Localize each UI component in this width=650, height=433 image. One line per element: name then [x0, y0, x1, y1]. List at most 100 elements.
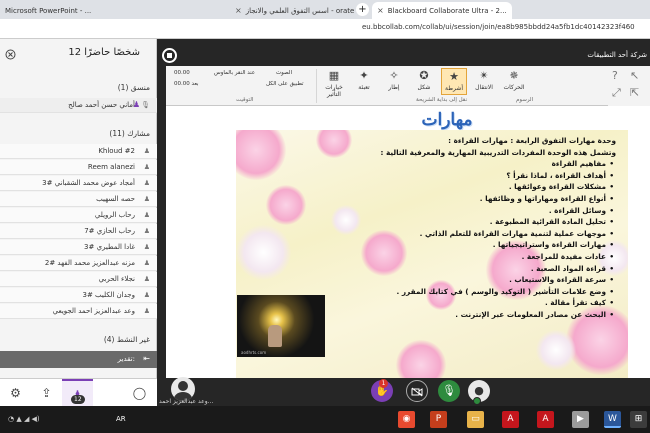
participants-panel: 12 شخصًا حاضرًا منسق (1) أماني حسن أحمد … — [0, 39, 157, 378]
sound-label: الصوت — [276, 70, 292, 76]
participants-heading: مشارك (11) — [109, 129, 150, 138]
microphone-toggle-button[interactable]: 🎙 — [438, 380, 460, 402]
chat-nav-button[interactable]: ◯ — [124, 379, 155, 407]
person-icon: ♟ — [143, 211, 150, 219]
duration-value: 00.00 — [174, 70, 190, 76]
address-bar[interactable]: eu.bbcollab.com/collab/ui/session/join/e… — [362, 23, 635, 31]
session-controls: وعد عبدالعزيز احمد... ✋ 1 🎙 ● — [157, 377, 650, 406]
apply-to-all-button[interactable]: تطبيق على الكل — [266, 81, 304, 87]
delay-value: 00.00 — [174, 81, 190, 87]
stop-share-icon[interactable] — [162, 48, 177, 63]
start-label: عند النقر بالماوس — [214, 70, 256, 76]
expand-icon[interactable]: ⇱ — [630, 86, 639, 99]
powerpoint-icon[interactable]: P — [430, 411, 447, 428]
start-icon[interactable]: ⊞ — [630, 411, 647, 428]
person-icon: ♟ — [143, 179, 150, 187]
input-language[interactable]: AR — [116, 415, 126, 423]
pointer-icon[interactable]: ↖ — [630, 69, 639, 82]
slide: وحدة مهارات التفوق الرابعة : مهارات القر… — [236, 130, 628, 378]
person-icon: ♟ — [143, 307, 150, 315]
animation-bars-button[interactable]: ★ أشرطة — [441, 68, 467, 95]
chrome-icon[interactable]: ◉ — [398, 411, 415, 428]
pdf-reader-icon[interactable]: A — [537, 411, 554, 428]
participant-name: أمجاد عوض محمد الشقباني #3 — [42, 179, 135, 187]
session-stage: شركة أحد التطبيقات 00.00 بعد 00.00 عند ا… — [157, 39, 650, 378]
media-player-icon[interactable]: ▶ — [572, 411, 589, 428]
flower-decoration — [396, 340, 446, 378]
button-label: الحركات — [503, 84, 525, 91]
new-tab-button[interactable]: + — [356, 3, 369, 16]
windows-taskbar: ◔ ▲ ◢ ◀) AR ◉ P ▭ A A ▶ W ⊞ — [0, 406, 650, 433]
close-icon[interactable]: × — [377, 6, 384, 15]
participant-row[interactable]: وعد عبدالعزيز احمد الجويعي ♟ — [0, 304, 157, 319]
moderator-heading: منسق (1) — [117, 83, 150, 92]
slide-bullet: قراءة المواد الصعبة . — [316, 263, 616, 275]
flower-decoration — [536, 330, 576, 370]
effect-options-button[interactable]: ▦ خيارات التأثير — [321, 68, 347, 98]
participant-name: رحاب الرويلي — [94, 211, 135, 219]
word-icon[interactable]: W — [604, 411, 621, 428]
tab-powerpoint[interactable]: Microsoft PowerPoint - ... — [0, 2, 120, 19]
slide-text-line: وتشمل هذه الوحدة المفردات التدريبية المه… — [380, 147, 616, 157]
sound-option[interactable]: الصوت — [276, 70, 292, 76]
tab-orate[interactable]: × اسس التفوق العلمي والانجاز - orate — [230, 2, 354, 19]
timing-duration[interactable]: 00.00 — [174, 70, 190, 76]
settings-nav-button[interactable]: ⚙ — [0, 379, 31, 407]
participant-name: رحاب الحازي #7 — [84, 227, 135, 235]
tab-blackboard-collaborate[interactable]: × Blackboard Collaborate Ultra - 2... — [372, 2, 512, 19]
attendee-count-title: 12 شخصًا حاضرًا — [68, 47, 140, 58]
participant-name: وجدان الكليب #3 — [82, 291, 136, 299]
camera-toggle-button[interactable] — [406, 380, 428, 402]
animation-motion-button[interactable]: ✵ الحركات — [501, 68, 527, 95]
fullscreen-icon[interactable]: ⤢ — [612, 86, 621, 100]
participant-row[interactable]: رحاب الرويلي ♟ — [0, 208, 157, 223]
system-tray-icons: ◔ ▲ ◢ ◀) — [8, 415, 40, 423]
share-icon: ⇪ — [41, 386, 52, 400]
participant-row[interactable]: مزنه عبدالعزيز محمد الفهد #2 ♟ — [0, 256, 157, 271]
image-caption: aodhrts.com — [241, 350, 267, 355]
participant-row[interactable]: غادا المطيري #3 ♟ — [0, 240, 157, 255]
participant-name: نجلاء الحربي — [98, 275, 135, 283]
participant-row[interactable]: نجلاء الحربي ♟ — [0, 272, 157, 287]
microphone-icon: 🎙 — [442, 384, 456, 397]
slide-bullet: كيف تقرأ مقالة . — [316, 297, 616, 309]
participant-row[interactable]: رحاب الحازي #7 ♟ — [0, 224, 157, 239]
pdf-reader-icon[interactable]: A — [502, 411, 519, 428]
flower-decoration — [236, 130, 286, 180]
participant-row[interactable]: وجدان الكليب #3 ♟ — [0, 288, 157, 303]
animation-fill-button[interactable]: ✦ تعبئة — [351, 68, 377, 95]
button-label: تعبئة — [358, 84, 370, 91]
share-content-nav-button[interactable]: ⇪ — [31, 379, 62, 407]
annotation-toolbar: ? ↖ ⤢ ⇱ — [608, 66, 650, 106]
tab-title: اسس التفوق العلمي والانجاز - orate — [245, 6, 354, 15]
person-icon: ♟ — [143, 227, 150, 235]
raised-hands-count: 1 — [379, 379, 388, 388]
status-indicator-icon — [473, 397, 481, 405]
away-row[interactable]: تقدير: ⇤ — [0, 351, 157, 368]
slide-bullet: موجهات عملية لتنمية مهارات القراءة للتعل… — [316, 228, 616, 240]
transition-icon: ✴ — [479, 69, 489, 82]
animation-shape-button[interactable]: ✪ شكل — [411, 68, 437, 95]
file-explorer-icon[interactable]: ▭ — [467, 411, 484, 428]
person-icon: ♟ — [143, 195, 150, 203]
participant-row[interactable]: Reem alanezi ♟ — [0, 160, 157, 175]
participant-row[interactable]: حصه السهيب ♟ — [0, 192, 157, 207]
shared-application-title: شركة أحد التطبيقات — [587, 51, 647, 59]
close-icon[interactable]: × — [235, 6, 242, 15]
participant-name: حصه السهيب — [96, 195, 135, 203]
person-icon: ♟ — [143, 275, 150, 283]
help-icon[interactable]: ? — [612, 69, 618, 82]
frame-icon: ✧ — [389, 69, 399, 82]
participant-row[interactable]: أمجاد عوض محمد الشقباني #3 ♟ — [0, 176, 157, 191]
timing-delay[interactable]: بعد 00.00 — [174, 81, 199, 87]
animations-group-label: الرسوم — [516, 97, 534, 103]
timing-start[interactable]: عند النقر بالماوس — [214, 70, 255, 76]
slide-text-line: وحدة مهارات التفوق الرابعة : مهارات القر… — [448, 136, 616, 145]
moderator-row[interactable]: أماني حسن أحمد صالح ♟ 🎙 — [0, 98, 157, 113]
animation-transition-button[interactable]: ✴ الانتقال — [471, 68, 497, 95]
animation-frame-button[interactable]: ✧ إطار — [381, 68, 407, 95]
slide-bullet: أنواع القراءة ومهاراتها و وظائفها . — [316, 193, 616, 205]
participant-row[interactable]: Khloud #2 ♟ — [0, 144, 157, 159]
away-heading: غير النشط (4) — [103, 335, 150, 344]
panel-navigation: ⚙ ⇪ ♟ 12 ◯ — [0, 378, 157, 407]
